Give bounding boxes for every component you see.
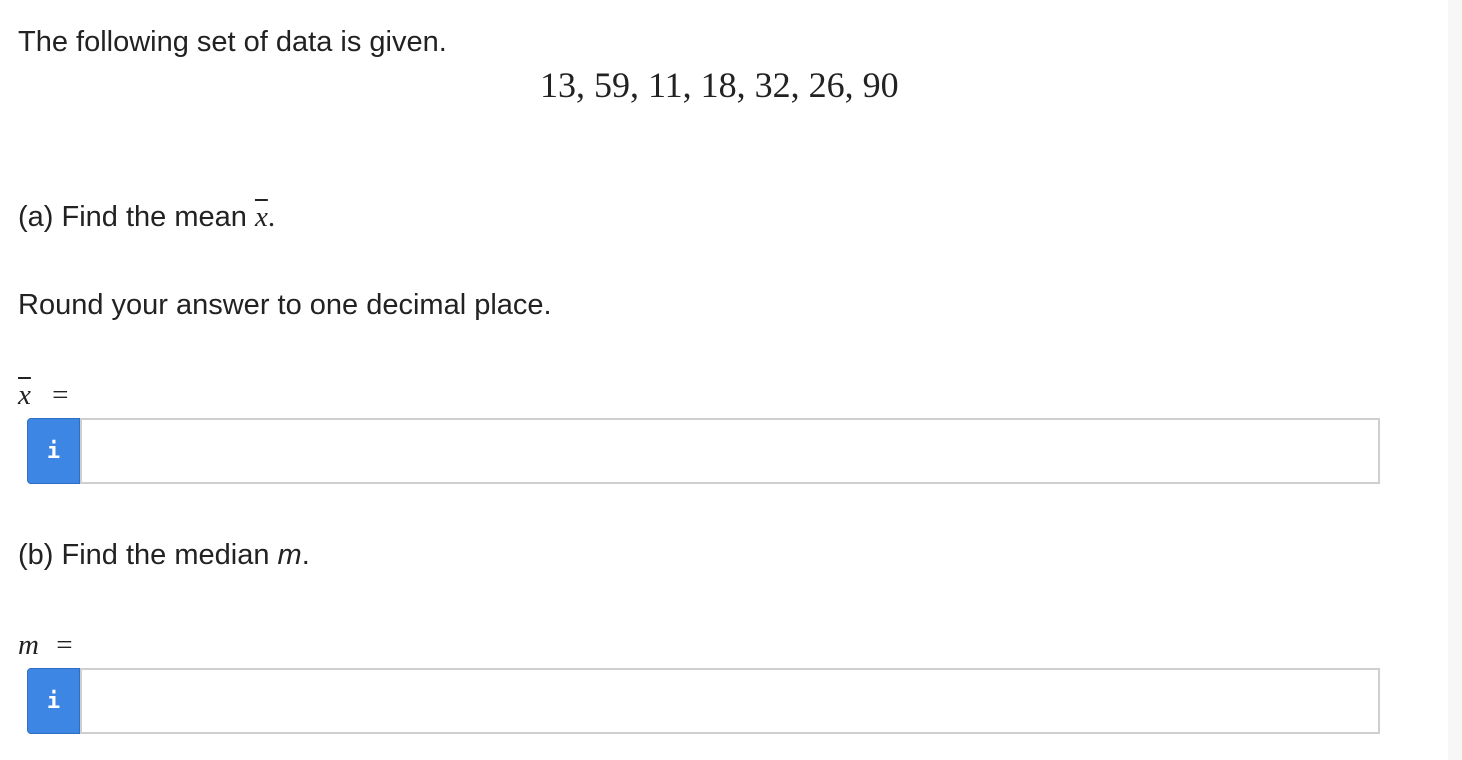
data-values: 13, 59, 11, 18, 32, 26, 90 [540,65,899,105]
rounding-instruction: Round your answer to one decimal place. [18,289,552,321]
part-b-prompt-prefix: (b) Find the median [18,539,278,571]
mean-info-button[interactable]: i [27,418,80,484]
intro-text: The following set of data is given. [18,26,447,58]
mean-answer-input[interactable] [80,418,1380,484]
median-label-symbol: m [18,629,39,661]
part-b-prompt-suffix: . [301,539,310,571]
part-a-prompt-suffix: . [267,201,276,233]
median-info-button[interactable]: i [27,668,80,734]
mean-symbol: x [254,201,268,233]
median-answer-label: m = [18,628,73,662]
right-scroll-gutter [1448,0,1462,760]
part-a-prompt-prefix: (a) Find the mean [18,201,255,233]
mean-label-symbol: x [18,379,31,411]
median-answer-row: i [27,668,1380,734]
info-icon: i [46,688,61,714]
info-icon: i [46,438,61,464]
part-b-prompt: (b) Find the median m. [18,537,310,573]
part-a-prompt: (a) Find the mean x. [18,199,275,235]
median-label-equals: = [56,629,73,661]
mean-label-equals: = [52,379,69,411]
mean-answer-row: i [27,418,1380,484]
median-symbol: m [277,539,302,571]
mean-answer-label: x = [18,378,68,412]
median-answer-input[interactable] [80,668,1380,734]
